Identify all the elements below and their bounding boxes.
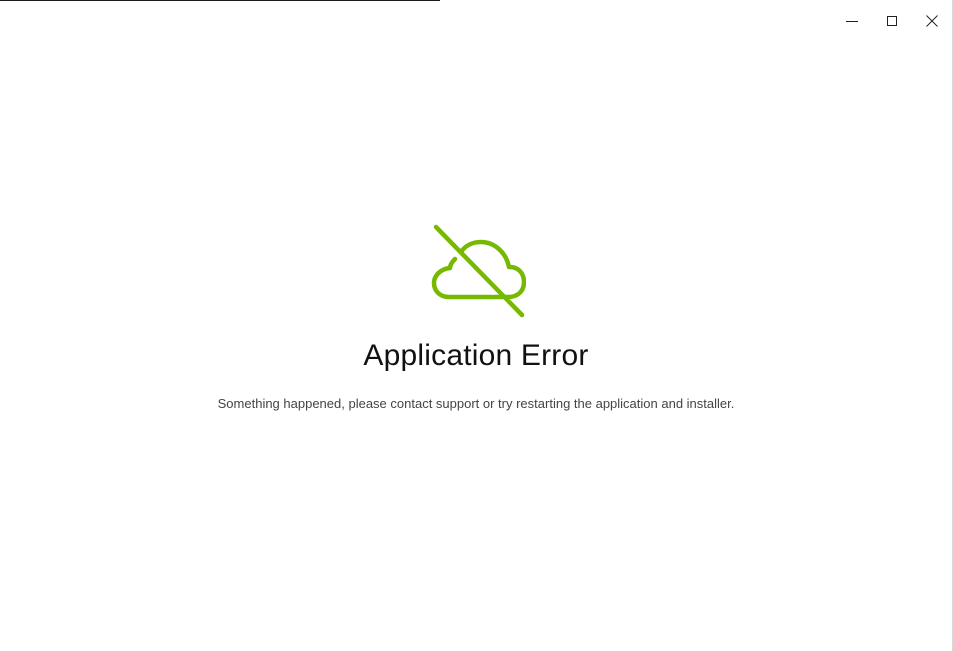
error-message: Something happened, please contact suppo… [217,396,735,411]
error-panel: Application Error Something happened, pl… [0,222,952,412]
app-window: Application Error Something happened, pl… [0,0,953,651]
top-loading-bar [0,0,440,1]
maximize-button[interactable] [872,6,912,36]
close-icon [926,15,938,27]
close-button[interactable] [912,6,952,36]
minimize-icon [846,21,858,22]
window-controls [832,6,952,36]
minimize-button[interactable] [832,6,872,36]
error-title: Application Error [363,339,589,372]
cloud-off-icon [431,224,526,318]
maximize-icon [887,16,897,26]
